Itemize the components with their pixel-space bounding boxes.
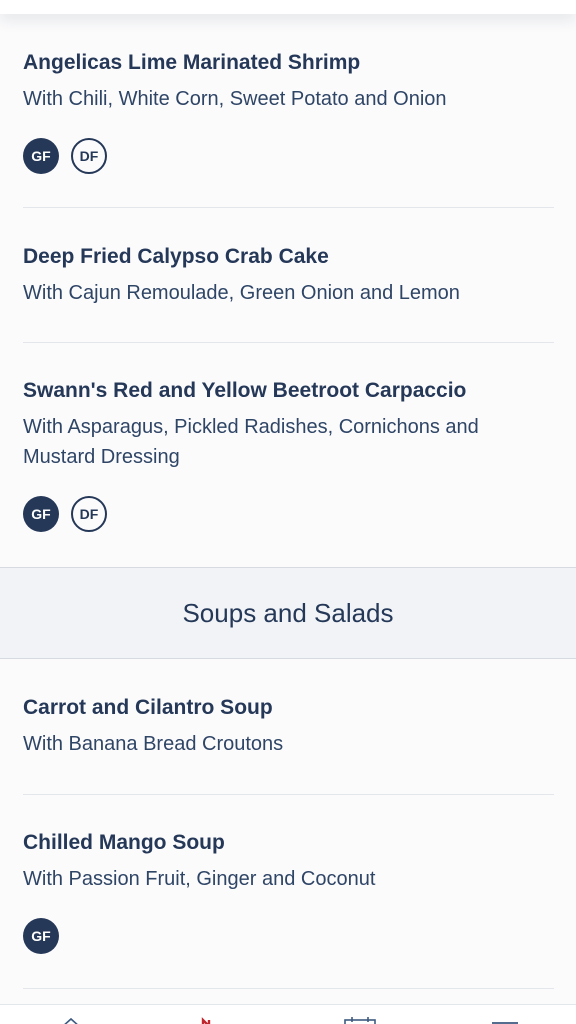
item-title: Deep Fried Calypso Crab Cake <box>23 245 329 268</box>
dietary-badges: GF <box>23 918 554 954</box>
gluten-free-badge: GF <box>23 138 59 174</box>
menu-item[interactable]: Angelicas Lime Marinated Shrimp With Chi… <box>23 48 554 174</box>
divider <box>23 342 554 343</box>
divider <box>23 207 554 208</box>
menu-icon[interactable] <box>492 1015 518 1024</box>
home-icon[interactable] <box>60 1015 82 1024</box>
dining-icon[interactable] <box>200 1015 218 1024</box>
top-bar <box>0 0 576 14</box>
menu-item[interactable]: Swann's Red and Yellow Beetroot Carpacci… <box>23 376 554 532</box>
item-description: With Cajun Remoulade, Green Onion and Le… <box>23 282 460 304</box>
menu-screen: Angelicas Lime Marinated Shrimp With Chi… <box>0 0 576 1024</box>
gluten-free-badge: GF <box>23 496 59 532</box>
item-title: Angelicas Lime Marinated Shrimp <box>23 51 361 74</box>
dietary-badges: GF DF <box>23 496 554 532</box>
divider <box>23 988 554 989</box>
dairy-free-badge: DF <box>71 138 107 174</box>
calendar-icon[interactable] <box>344 1015 376 1024</box>
divider <box>23 794 554 795</box>
dairy-free-badge: DF <box>71 496 107 532</box>
item-title: Swann's Red and Yellow Beetroot Carpacci… <box>23 379 467 402</box>
item-title: Carrot and Cilantro Soup <box>23 696 273 719</box>
gluten-free-badge: GF <box>23 918 59 954</box>
section-header: Soups and Salads <box>0 567 576 659</box>
dietary-badges: GF DF <box>23 138 554 174</box>
item-description: With Chili, White Corn, Sweet Potato and… <box>23 88 447 110</box>
item-description: With Asparagus, Pickled Radishes, Cornic… <box>23 416 479 468</box>
section-title: Soups and Salads <box>182 597 394 628</box>
menu-item[interactable]: Carrot and Cilantro Soup With Banana Bre… <box>23 693 554 759</box>
item-description: With Banana Bread Croutons <box>23 733 284 755</box>
item-description: With Passion Fruit, Ginger and Coconut <box>23 868 376 890</box>
bottom-nav <box>0 1004 576 1024</box>
menu-item[interactable]: Chilled Mango Soup With Passion Fruit, G… <box>23 828 554 954</box>
item-title: Chilled Mango Soup <box>23 831 225 854</box>
menu-item[interactable]: Deep Fried Calypso Crab Cake With Cajun … <box>23 242 554 308</box>
